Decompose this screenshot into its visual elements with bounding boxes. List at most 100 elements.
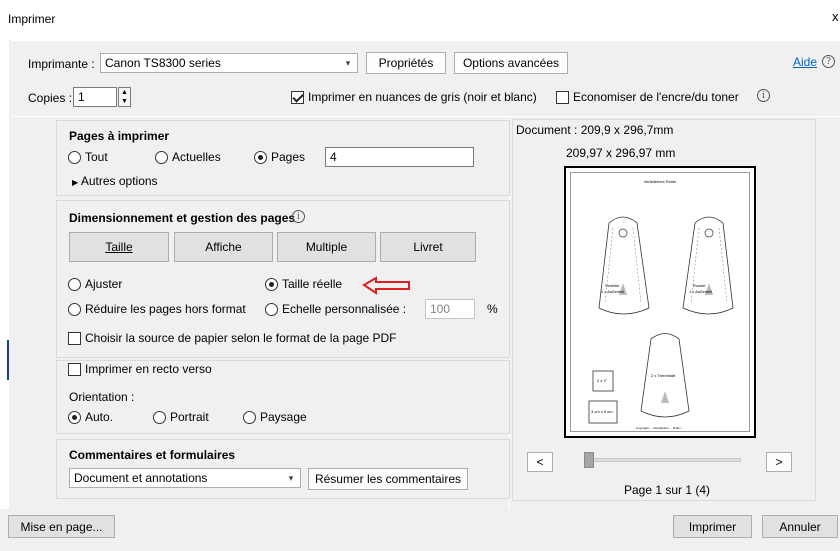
paper-source-label: Choisir la source de papier selon le for… — [85, 331, 397, 345]
orientation-portrait-radio[interactable] — [153, 410, 166, 424]
actual-size-label: Taille réelle — [282, 277, 343, 291]
preview-box2-label: 3 cm x 3 cm — [591, 409, 613, 414]
duplex-option[interactable]: Imprimer en recto verso — [68, 362, 212, 376]
page-indicator: Page 1 sur 1 (4) — [624, 483, 711, 497]
pages-range-radio[interactable] — [254, 150, 267, 164]
pages-current-option[interactable]: Actuelles — [155, 150, 221, 164]
window-title: Imprimer — [8, 12, 56, 26]
grayscale-option[interactable]: Imprimer en nuances de gris (noir et bla… — [291, 90, 537, 104]
size-button[interactable]: Taille — [69, 232, 169, 262]
orientation-portrait-option[interactable]: Portrait — [153, 410, 209, 424]
comments-select-value: Document et annotations — [74, 471, 208, 485]
page-preview: Verteilerbox Roller Verteiler 1 x Außent… — [564, 166, 756, 438]
orientation-portrait-label: Portrait — [170, 410, 209, 424]
stepper-up-icon[interactable]: ▲ — [119, 88, 130, 97]
shrink-option[interactable]: Réduire les pages hors format — [68, 302, 246, 316]
summarize-comments-button[interactable]: Résumer les commentaires — [308, 468, 468, 490]
printer-label: Imprimante : — [28, 57, 95, 71]
page-size: 209,97 x 296,97 mm — [566, 146, 676, 160]
pages-range-input[interactable]: 4 — [325, 147, 474, 167]
orientation-label: Orientation : — [69, 390, 135, 404]
actual-size-option[interactable]: Taille réelle — [265, 277, 342, 291]
preview-tag3-label: 2 x Trennblatt — [651, 373, 676, 378]
preview-tag2-sub: 1 x Außenteil — [689, 289, 713, 294]
paper-source-checkbox[interactable] — [68, 331, 81, 345]
page-setup-button[interactable]: Mise en page... — [8, 515, 115, 538]
triangle-right-icon: ▶ — [72, 178, 79, 187]
close-icon[interactable]: x — [832, 9, 839, 24]
scale-value: 100 — [430, 302, 451, 316]
orientation-landscape-radio[interactable] — [243, 410, 256, 424]
fit-radio[interactable] — [68, 277, 81, 291]
page-slider-track[interactable] — [585, 458, 741, 462]
preview-box1-label: 2 x 2" — [597, 378, 608, 383]
next-page-button[interactable]: > — [766, 452, 792, 472]
custom-scale-label: Echelle personnalisée : — [282, 302, 407, 316]
shrink-label: Réduire les pages hors format — [85, 302, 246, 316]
pages-current-label: Actuelles — [172, 150, 221, 164]
properties-button[interactable]: Propriétés — [366, 52, 446, 74]
paper-source-option[interactable]: Choisir la source de papier selon le for… — [68, 331, 397, 345]
cancel-button[interactable]: Annuler — [762, 515, 838, 538]
document-size: Document : 209,9 x 296,7mm — [516, 123, 674, 137]
preview-tag1-label: Verteiler — [605, 283, 620, 288]
annotation-arrow-icon — [362, 276, 410, 295]
orientation-auto-option[interactable]: Auto. — [68, 410, 113, 424]
pages-current-radio[interactable] — [155, 150, 168, 164]
pages-all-option[interactable]: Tout — [68, 150, 108, 164]
chevron-down-icon: ▾ — [345, 57, 351, 68]
pages-all-radio[interactable] — [68, 150, 81, 164]
percent-sign: % — [487, 302, 498, 316]
orientation-landscape-label: Paysage — [260, 410, 307, 424]
question-icon[interactable]: ? — [822, 55, 835, 68]
page-preview-inner: Verteilerbox Roller Verteiler 1 x Außent… — [570, 172, 750, 432]
prev-page-button[interactable]: < — [527, 452, 553, 472]
shrink-radio[interactable] — [68, 302, 81, 316]
chevron-down-icon: ▾ — [288, 472, 294, 483]
preview-shapes — [588, 216, 734, 424]
comments-heading: Commentaires et formulaires — [69, 448, 236, 462]
help-link[interactable]: Aide — [793, 55, 817, 69]
stepper-down-icon[interactable]: ▼ — [119, 97, 130, 106]
multiple-button[interactable]: Multiple — [277, 232, 376, 262]
copies-label: Copies : — [28, 91, 73, 105]
copies-input[interactable]: 1 — [73, 87, 117, 107]
preview-tag2-label: Rocket — [693, 283, 706, 288]
page-slider-thumb[interactable] — [584, 452, 594, 468]
printer-select[interactable]: Canon TS8300 series ▾ — [100, 53, 358, 73]
save-ink-checkbox[interactable] — [556, 90, 569, 104]
grayscale-label: Imprimer en nuances de gris (noir et bla… — [308, 90, 537, 104]
print-button[interactable]: Imprimer — [673, 515, 752, 538]
orientation-auto-radio[interactable] — [68, 410, 81, 424]
fit-label: Ajuster — [85, 277, 123, 291]
grayscale-checkbox[interactable] — [291, 90, 304, 104]
scale-input[interactable]: 100 — [425, 299, 475, 319]
orientation-landscape-option[interactable]: Paysage — [243, 410, 307, 424]
booklet-button[interactable]: Livret — [380, 232, 476, 262]
comments-select[interactable]: Document et annotations ▾ — [69, 468, 301, 488]
info-icon[interactable]: i — [757, 89, 770, 102]
printer-select-value: Canon TS8300 series — [105, 56, 221, 70]
custom-scale-option[interactable]: Echelle personnalisée : — [265, 302, 406, 316]
save-ink-option[interactable]: Economiser de l'encre/du toner — [556, 90, 739, 104]
more-options-toggle[interactable]: ▶ Autres options — [72, 174, 158, 188]
more-options-label: Autres options — [80, 174, 158, 188]
duplex-label: Imprimer en recto verso — [85, 362, 212, 376]
actual-size-radio[interactable] — [265, 277, 278, 291]
save-ink-label: Economiser de l'encre/du toner — [573, 90, 739, 104]
sizing-heading: Dimensionnement et gestion des pages — [69, 211, 296, 225]
pages-range-option[interactable]: Pages — [254, 150, 305, 164]
preview-tag1-sub: 1 x Außenteil — [601, 289, 625, 294]
orientation-auto-label: Auto. — [85, 410, 114, 424]
fit-option[interactable]: Ajuster — [68, 277, 122, 291]
preview-footer-text: Copyright ... Verteilerbox ... Roller ..… — [635, 426, 685, 430]
pages-heading: Pages à imprimer — [69, 129, 170, 143]
copies-value: 1 — [78, 90, 85, 104]
advanced-options-button[interactable]: Options avancées — [454, 52, 568, 74]
copies-stepper[interactable]: ▲ ▼ — [118, 87, 131, 107]
pages-range-label: Pages — [271, 150, 306, 164]
custom-scale-radio[interactable] — [265, 302, 278, 316]
poster-button[interactable]: Affiche — [174, 232, 273, 262]
sizing-info-icon[interactable]: i — [292, 210, 305, 223]
duplex-checkbox[interactable] — [68, 362, 81, 376]
